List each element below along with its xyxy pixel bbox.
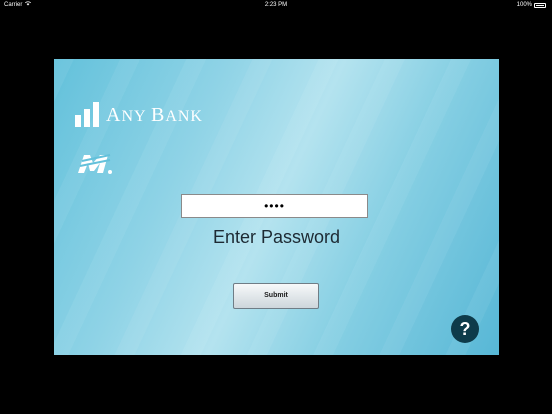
status-time: 2:23 PM [264, 2, 288, 8]
status-bar: Carrier 2:23 PM 100% [0, 0, 552, 10]
bank-logo: ANY BANK [74, 99, 203, 127]
password-input[interactable]: •••• [181, 194, 368, 218]
battery-percent: 100% [516, 2, 532, 8]
battery-icon [534, 2, 546, 8]
battery-status: 100% [517, 0, 546, 10]
bars-icon [75, 102, 99, 127]
help-icon[interactable]: ? [451, 315, 479, 343]
m-logo-icon [78, 154, 112, 174]
enter-password-label: Enter Password [212, 227, 341, 247]
submit-button[interactable]: Submit [233, 283, 319, 309]
bank-name: ANY BANK [106, 104, 203, 126]
login-panel: ANY BANK •••• Enter Password Submit ? [54, 59, 499, 355]
